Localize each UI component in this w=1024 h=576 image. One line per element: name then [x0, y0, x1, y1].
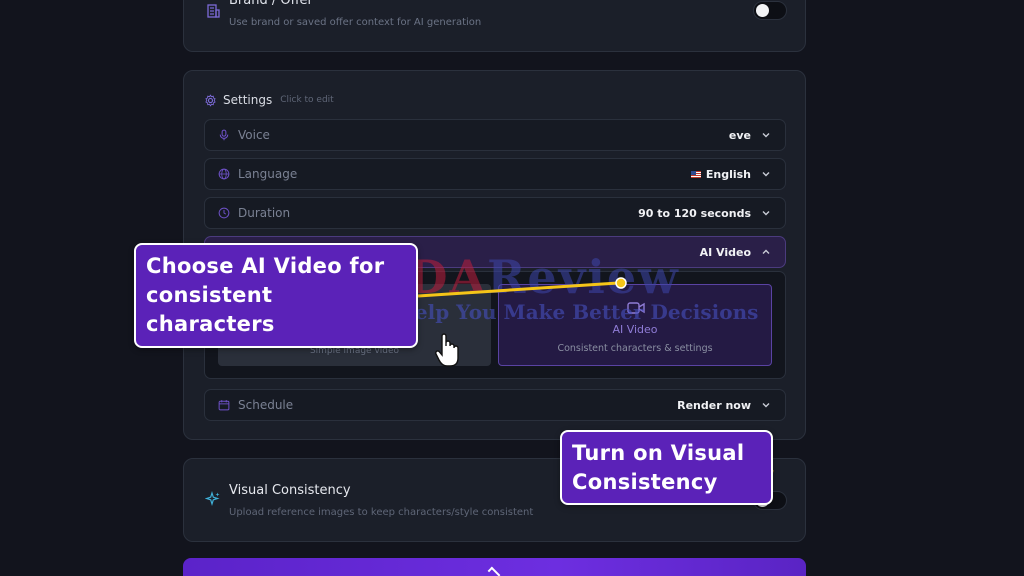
toggle-knob: [756, 4, 769, 17]
chevron-down-icon: [762, 133, 770, 138]
brand-offer-card: Brand / Offer Use brand or saved offer c…: [183, 0, 806, 52]
brand-offer-toggle[interactable]: [753, 1, 787, 20]
schedule-label: Schedule: [238, 398, 294, 412]
building-icon: [207, 4, 220, 18]
visual-consistency-title: Visual Consistency: [229, 483, 351, 498]
ai-video-option-subtitle: Consistent characters & settings: [557, 343, 713, 354]
microphone-icon: [219, 129, 229, 141]
video-camera-icon: [627, 302, 645, 314]
calendar-icon: [218, 400, 230, 411]
settings-header[interactable]: Settings Click to edit: [204, 93, 334, 107]
visual-consistency-subtitle: Upload reference images to keep characte…: [229, 507, 534, 518]
gear-icon: [205, 93, 216, 107]
video-style-value: AI Video: [699, 245, 751, 259]
brand-offer-subtitle: Use brand or saved offer context for AI …: [229, 17, 482, 28]
ai-video-option[interactable]: AI Video Consistent characters & setting…: [498, 284, 772, 366]
chevron-up-icon: [762, 249, 770, 254]
duration-row[interactable]: Duration 90 to 120 seconds: [204, 197, 786, 229]
chevron-down-icon: [762, 211, 770, 216]
ai-video-option-title: AI Video: [612, 323, 658, 336]
clock-icon: [218, 207, 230, 219]
voice-row[interactable]: Voice eve: [204, 119, 786, 151]
language-value-wrap: English: [690, 167, 751, 181]
chevron-down-icon: [762, 172, 770, 177]
visual-consistency-callout: Turn on Visual Consistency: [560, 430, 773, 505]
voice-value: eve: [728, 128, 751, 142]
language-row[interactable]: Language English: [204, 158, 786, 190]
brand-offer-title: Brand / Offer: [229, 0, 313, 8]
chevron-up-icon: [487, 566, 501, 576]
language-label: Language: [238, 167, 298, 181]
settings-hint: Click to edit: [280, 95, 334, 105]
schedule-row[interactable]: Schedule Render now: [204, 389, 786, 421]
generate-button[interactable]: [183, 558, 806, 576]
settings-title: Settings: [223, 93, 273, 107]
schedule-value: Render now: [677, 398, 751, 412]
ai-video-callout: Choose AI Video for consistent character…: [134, 243, 418, 348]
duration-value: 90 to 120 seconds: [638, 206, 751, 220]
sparkle-icon: [205, 491, 220, 507]
us-flag-icon: [690, 170, 701, 178]
globe-icon: [218, 168, 230, 180]
chevron-down-icon: [762, 403, 770, 408]
voice-label: Voice: [238, 128, 270, 142]
duration-label: Duration: [238, 206, 291, 220]
language-value: English: [705, 167, 751, 181]
